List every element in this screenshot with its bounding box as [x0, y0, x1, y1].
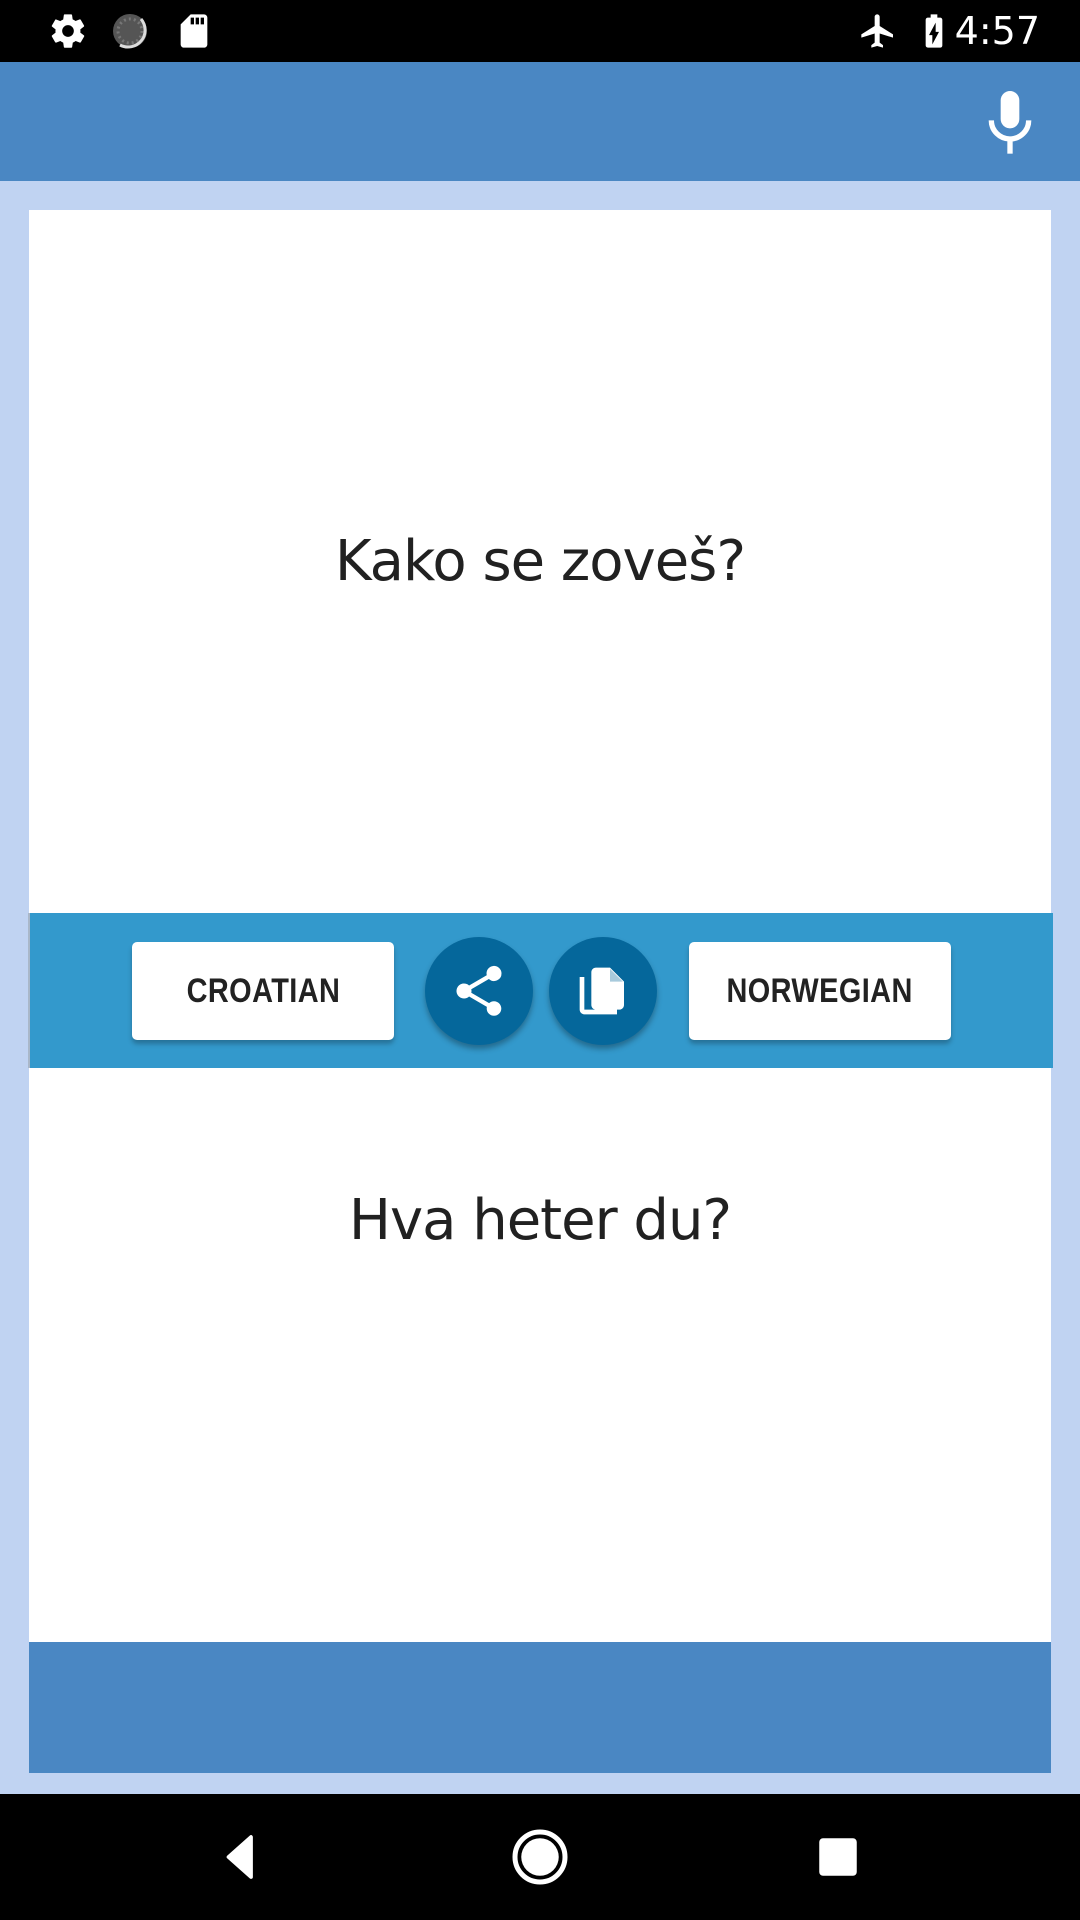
share-button[interactable]: [425, 937, 533, 1045]
target-language-label: NORWEGIAN: [726, 971, 914, 1010]
share-icon: [456, 965, 502, 1016]
status-bar: 4:57: [0, 0, 1080, 62]
back-icon[interactable]: [211, 1827, 271, 1887]
navigation-bar: [0, 1794, 1080, 1920]
battery-charging-icon: [925, 14, 943, 48]
microphone-icon[interactable]: [978, 88, 1042, 158]
source-text: Kako se zoveš?: [334, 529, 746, 594]
status-time: 4:57: [954, 9, 1040, 53]
airplane-mode-icon: [861, 14, 893, 48]
source-language-button[interactable]: CROATIAN: [132, 942, 394, 1040]
source-language-label: CROATIAN: [186, 971, 340, 1010]
recents-icon[interactable]: [808, 1827, 868, 1887]
sync-progress-icon: [113, 14, 147, 49]
settings-icon: [51, 14, 85, 48]
home-icon[interactable]: [510, 1827, 570, 1887]
source-text-panel[interactable]: Kako se zoveš?: [29, 210, 1051, 913]
app-bar: [0, 62, 1080, 181]
bottom-banner: [29, 1642, 1051, 1773]
translation-text: Hva heter du?: [348, 1188, 732, 1253]
sd-card-icon: [180, 14, 208, 48]
language-toolbar: CROATIAN NORWEGIAN: [28, 913, 1053, 1068]
copy-button[interactable]: [549, 937, 657, 1045]
copy-icon: [579, 967, 624, 1015]
translation-panel[interactable]: Hva heter du?: [29, 1068, 1051, 1642]
target-language-button[interactable]: NORWEGIAN: [689, 942, 951, 1040]
